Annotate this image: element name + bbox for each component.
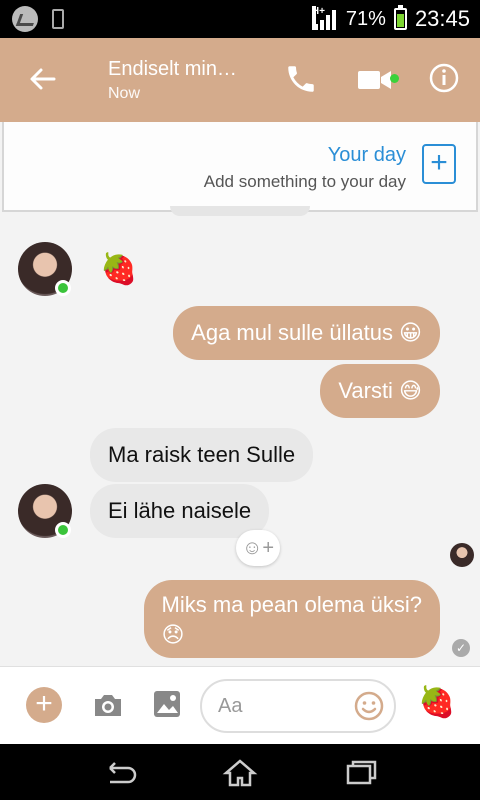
clock: 23:45 [414,6,470,31]
message-input[interactable]: Aa [200,679,396,733]
message-bubble-outgoing[interactable]: Varsti 😅 [320,364,440,418]
message-placeholder: Aa [218,695,243,717]
quick-reaction-button[interactable]: 🍓 [418,685,455,720]
message-text: Miks ma pean olema üksi? [161,592,422,617]
message-bubble-incoming[interactable]: Ei lähe naisele [90,484,270,538]
emoji-icon[interactable] [354,691,384,721]
delivered-check-icon: ✓ [452,639,470,657]
message-bubble-incoming[interactable]: Ma raisk teen Sulle [90,428,314,482]
message-composer: + Aa 🍓 [0,666,480,744]
back-nav-icon[interactable] [100,758,140,788]
recent-apps-icon[interactable] [340,758,380,788]
status-bar: H+ 71% 23:45 [0,0,480,38]
home-nav-icon[interactable] [220,758,260,788]
online-indicator [55,522,71,538]
info-icon[interactable] [428,62,460,94]
add-to-day-button[interactable]: + [422,144,456,184]
banner-shadow [170,206,310,216]
phone-call-icon[interactable] [284,62,318,96]
back-arrow-icon[interactable] [26,62,60,96]
video-call-icon[interactable] [356,66,394,94]
battery-icon [393,5,407,30]
messenger-notification-icon [12,6,38,32]
active-status: Now [108,85,141,102]
add-reaction-button[interactable]: ☺+ [236,530,280,566]
contact-name[interactable]: Endiselt min… [108,58,237,81]
your-day-title[interactable]: Your day [328,144,406,167]
strawberry-sticker[interactable]: 🍓 [100,252,137,287]
signal-icon: H+ [311,6,338,30]
your-day-subtitle: Add something to your day [203,172,406,191]
battery-percent: 71% [345,7,386,30]
video-active-dot [390,74,399,83]
conversation-header: Endiselt min… Now [0,38,480,122]
camera-icon[interactable] [92,691,124,719]
your-day-banner[interactable]: Your day Add something to your day + [2,122,478,212]
message-bubble-outgoing[interactable]: Miks ma pean olema üksi? 😞 [143,580,440,658]
message-emoji: 😞 [161,622,185,647]
seen-by-avatar [450,543,474,567]
gallery-icon[interactable] [152,689,182,719]
system-navigation-bar [0,744,480,800]
more-actions-button[interactable]: + [26,687,62,723]
online-indicator [55,280,71,296]
phone-notification-icon [52,9,64,29]
message-bubble-outgoing[interactable]: Aga mul sulle üllatus 😀 [173,306,440,360]
